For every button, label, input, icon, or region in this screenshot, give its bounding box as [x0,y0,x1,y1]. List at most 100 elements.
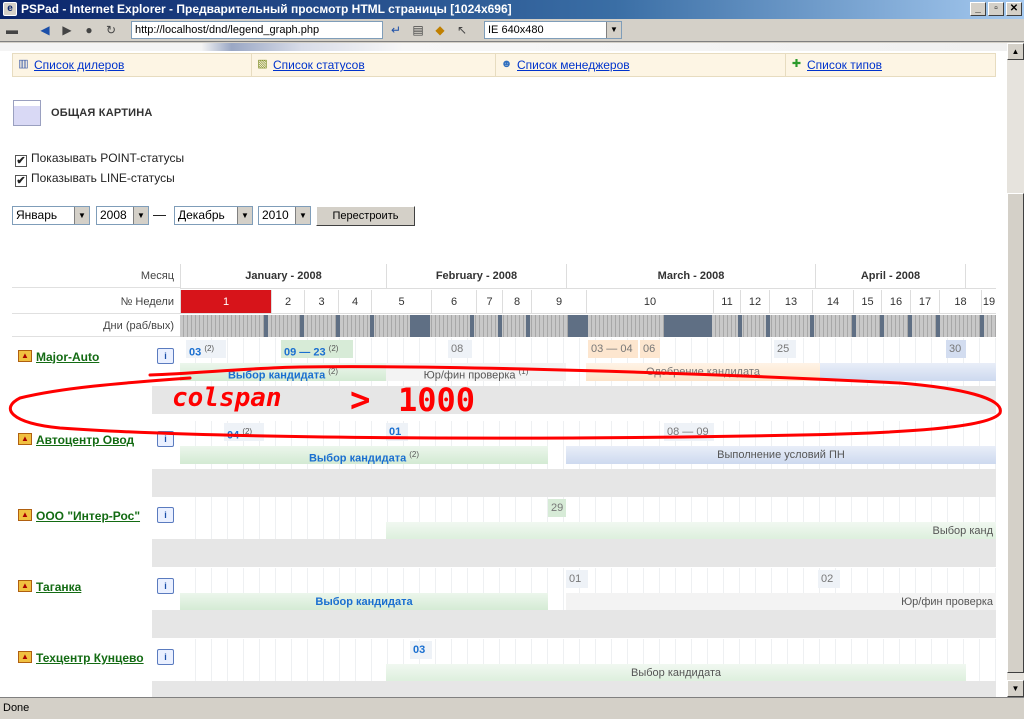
nav-item-managers[interactable]: ☻ Список менеджеров [496,54,786,76]
dealer-cell: ▲ Техцентр Кунцево i [12,639,174,679]
week-cell: 15 [853,290,881,314]
point-status[interactable]: 03 (2) [186,340,226,358]
go-icon[interactable]: ↵ [386,21,406,39]
week-cell: 12 [740,290,769,314]
nav-item-dealers[interactable]: ▥ Список дилеров [13,54,252,76]
view-source-icon[interactable]: ▤ [408,21,428,39]
point-status[interactable]: 09 — 23 (2) [281,340,353,358]
show-line-checkbox[interactable]: ✔ [15,175,27,187]
point-status[interactable]: 29 [548,499,566,517]
point-status[interactable]: 25 [774,340,796,358]
info-icon[interactable]: i [157,348,174,364]
dealer-timeline: 29 Выбор канд [180,497,996,540]
from-year-select[interactable]: 2008 ▼ [96,206,149,225]
weekend-mark [264,315,268,337]
line-status[interactable]: Выбор кандидата (2) [180,446,548,464]
show-point-option[interactable]: ✔ Показывать POINT-статусы [15,151,184,167]
line-status[interactable]: Выбор кандидата (2) [180,363,386,381]
show-line-option[interactable]: ✔ Показывать LINE-статусы [15,171,175,187]
week-cell: 6 [431,290,476,314]
to-year-select[interactable]: 2010 ▼ [258,206,311,225]
window-titlebar: e PSPad - Internet Explorer - Предварите… [0,0,1024,19]
line-status[interactable] [820,363,996,381]
toolbar-menu-icon[interactable]: ▬ [2,21,22,39]
nav-item-types[interactable]: ✚ Список типов [786,54,995,76]
dealer-gap-row [152,610,996,638]
week-cell: 4 [338,290,371,314]
refresh-icon[interactable]: ↻ [101,21,121,39]
line-label: Юр/фин проверка [423,369,516,381]
scroll-thumb[interactable] [1007,193,1024,673]
info-icon[interactable]: i [157,578,174,594]
from-month-select[interactable]: Январь ▼ [12,206,90,225]
to-month-select[interactable]: Декабрь ▼ [174,206,253,225]
dealer-link-avtocentr-ovod[interactable]: Автоцентр Овод [36,433,134,447]
line-status[interactable]: Выбор канд [386,522,996,540]
info-icon[interactable]: i [157,649,174,665]
back-icon[interactable]: ◀ [35,21,55,39]
resolution-value: IE 640x480 [488,24,544,36]
dealer-cell: ▲ Таганка i [12,568,174,608]
line-status[interactable]: Выбор кандидата [386,664,966,682]
nav-link-statuses[interactable]: Список статусов [273,58,365,72]
vertical-scrollbar[interactable]: ▲ ▼ [1007,43,1024,697]
line-status[interactable]: Юр/фин проверка [566,593,996,611]
point-status[interactable]: 03 [410,641,432,659]
scroll-up-icon[interactable]: ▲ [1007,43,1024,60]
week-cell: 14 [812,290,853,314]
maximize-button[interactable]: ▫ [988,2,1004,16]
warning-icon[interactable]: ◆ [430,21,450,39]
nav-link-dealers[interactable]: Список дилеров [34,58,124,72]
point-count: (2) [242,427,253,436]
dealer-gap-row [152,539,996,567]
pointer-icon[interactable]: ↖ [452,21,472,39]
point-status[interactable]: 01 [386,423,408,441]
dealer-row-major-auto: ▲ Major-Auto i 03 (2) 09 — 23 (2) 08 03 … [12,338,996,414]
week-header-label: № Недели [12,290,180,314]
to-year-value: 2010 [262,208,289,222]
point-status[interactable]: 01 [566,570,588,588]
weekend-mark [936,315,940,337]
dealer-link-inter-ros[interactable]: ООО "Интер-Рос" [36,509,140,523]
line-status[interactable]: Выбор кандидата [180,593,548,611]
week-cell: 16 [881,290,910,314]
address-input[interactable]: http://localhost/dnd/legend_graph.php [131,21,383,39]
week-cell: 11 [713,290,740,314]
dealers-list-icon: ▥ [18,58,29,70]
chevron-down-icon: ▼ [606,22,621,38]
line-status[interactable]: Выполнение условий ПН [566,446,996,464]
weekend-mark [664,315,712,337]
browser-toolbar: ▬ ◀ ▶ ● ↻ http://localhost/dnd/legend_gr… [0,19,1024,42]
scroll-down-icon[interactable]: ▼ [1007,680,1024,697]
week-cell: 2 [271,290,304,314]
stop-icon[interactable]: ● [79,21,99,39]
point-status[interactable]: 30 [946,340,966,358]
info-icon[interactable]: i [157,431,174,447]
weekend-mark [336,315,340,337]
resolution-select[interactable]: IE 640x480 ▼ [484,21,622,39]
rebuild-button[interactable]: Перестроить [316,206,415,226]
dealer-link-major-auto[interactable]: Major-Auto [36,350,99,364]
line-status[interactable]: Юр/фин проверка (1) [386,363,566,381]
dealer-link-techcentr-kuntsevo[interactable]: Техцентр Кунцево [36,651,144,665]
status-bar: Done [0,697,1024,719]
point-status[interactable]: 04 (2) [224,423,264,441]
show-point-checkbox[interactable]: ✔ [15,155,27,167]
point-status[interactable]: 08 [448,340,472,358]
dealer-link-taganka[interactable]: Таганка [36,580,81,594]
point-status[interactable]: 03 — 04 [588,340,638,358]
dealer-chart-icon: ▲ [18,509,32,521]
point-status[interactable]: 08 — 09 [664,423,714,441]
nav-link-types[interactable]: Список типов [807,58,882,72]
forward-icon[interactable]: ▶ [57,21,77,39]
range-dash: — [153,207,166,222]
nav-item-statuses[interactable]: ▧ Список статусов [252,54,496,76]
point-status[interactable]: 02 [818,570,840,588]
close-button[interactable]: ✕ [1006,2,1022,16]
nav-link-managers[interactable]: Список менеджеров [517,58,630,72]
info-icon[interactable]: i [157,507,174,523]
dealer-gap-row [152,681,996,697]
point-status[interactable]: 06 [640,340,660,358]
line-status[interactable]: Одобрение кандидата [586,363,820,381]
minimize-button[interactable]: _ [970,2,986,16]
